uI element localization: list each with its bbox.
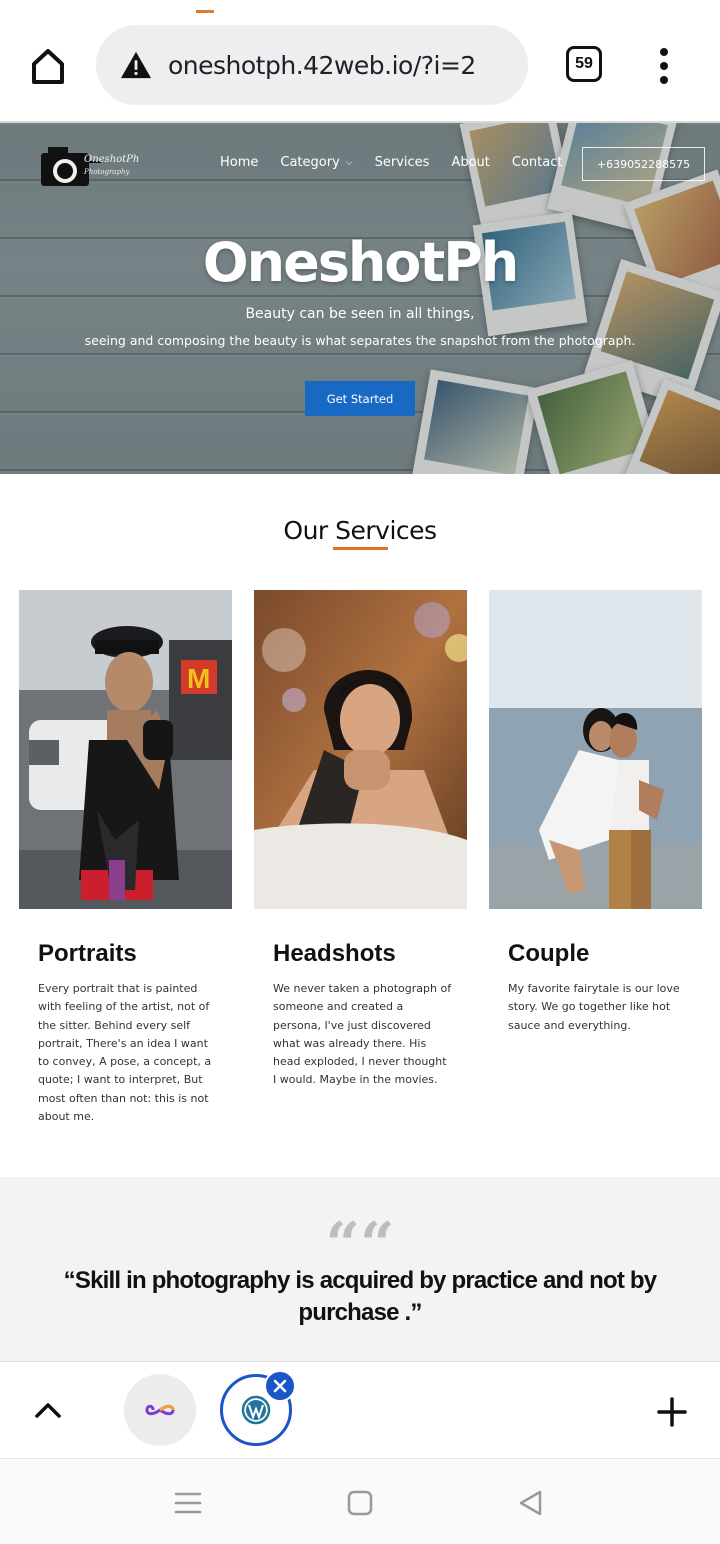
get-started-button[interactable]: Get Started <box>305 381 415 416</box>
url-text: oneshotph.42web.io/?i=2 <box>168 50 476 80</box>
wordpress-icon <box>241 1395 271 1425</box>
headshot-photo <box>254 590 467 909</box>
logo-text: OneshotPh <box>84 154 140 165</box>
square-icon <box>347 1490 373 1516</box>
tab-switcher-button[interactable]: 59 <box>566 46 602 82</box>
quote-text: “Skill in photography is acquired by pra… <box>63 1267 657 1326</box>
service-title: Headshots <box>273 940 396 967</box>
service-description: My favorite fairytale is our love story.… <box>508 982 680 1032</box>
tab-count: 59 <box>575 55 593 72</box>
phone-number: +639052288575 <box>596 157 691 171</box>
hero-subtitle-line-1: Beauty can be seen in all things, <box>245 306 475 322</box>
home-button[interactable] <box>26 44 70 88</box>
plus-icon <box>657 1397 687 1427</box>
service-title: Couple <box>508 940 590 967</box>
back-triangle-icon <box>519 1490 542 1516</box>
address-bar[interactable]: oneshotph.42web.io/?i=2 <box>96 25 528 105</box>
system-navigation-bar <box>0 1458 720 1544</box>
back-button[interactable] <box>514 1487 546 1519</box>
browser-bottom-toolbar <box>0 1361 720 1458</box>
scroll-up-button[interactable] <box>30 1392 66 1428</box>
nav-category[interactable]: Category ⌵ <box>280 155 352 170</box>
quote-section: ““ “Skill in photography is acquired by … <box>0 1177 720 1361</box>
close-bubble-button[interactable] <box>264 1370 296 1402</box>
browser-menu-button[interactable] <box>652 44 676 88</box>
new-tab-button[interactable] <box>652 1392 692 1432</box>
nav-home[interactable]: Home <box>220 155 258 170</box>
hero-section: OneshotPh Photography Home Category ⌵ Ser… <box>0 123 720 474</box>
status-bar-remnant <box>196 0 256 31</box>
portrait-photo: M <box>19 590 232 909</box>
not-secure-warning-icon[interactable] <box>120 49 152 81</box>
main-nav: Home Category ⌵ Services About Contact <box>220 155 584 170</box>
phone-button[interactable]: +639052288575 <box>582 147 705 181</box>
more-vertical-icon <box>660 48 668 56</box>
home-icon <box>32 49 64 84</box>
app-shortcut-bubble[interactable] <box>124 1374 196 1446</box>
service-title: Portraits <box>38 940 137 967</box>
chevron-up-icon <box>35 1403 61 1418</box>
logo-subtext: Photography <box>84 168 130 176</box>
services-heading: Our Services <box>283 516 437 545</box>
heading-underline <box>333 547 388 550</box>
home-system-button[interactable] <box>344 1487 376 1519</box>
hero-title: OneshotPh <box>202 231 520 294</box>
menu-lines-icon <box>174 1492 202 1514</box>
hero-subtitle-line-2: seeing and composing the beauty is what … <box>84 333 636 348</box>
chevron-down-icon: ⌵ <box>345 157 353 168</box>
service-description: Every portrait that is painted with feel… <box>38 982 212 1124</box>
browser-toolbar: oneshotph.42web.io/?i=2 59 <box>0 0 720 123</box>
nav-contact[interactable]: Contact <box>512 155 563 170</box>
close-icon <box>273 1379 287 1393</box>
camera-icon <box>41 147 101 186</box>
svg-text:M: M <box>187 663 210 694</box>
recents-button[interactable] <box>172 1487 204 1519</box>
nav-services[interactable]: Services <box>375 155 430 170</box>
couple-photo <box>489 590 702 909</box>
infinity-logo-icon <box>145 1404 175 1416</box>
site-logo[interactable]: OneshotPh Photography <box>40 141 139 191</box>
service-description: We never taken a photograph of someone a… <box>273 982 452 1087</box>
nav-about[interactable]: About <box>451 155 489 170</box>
